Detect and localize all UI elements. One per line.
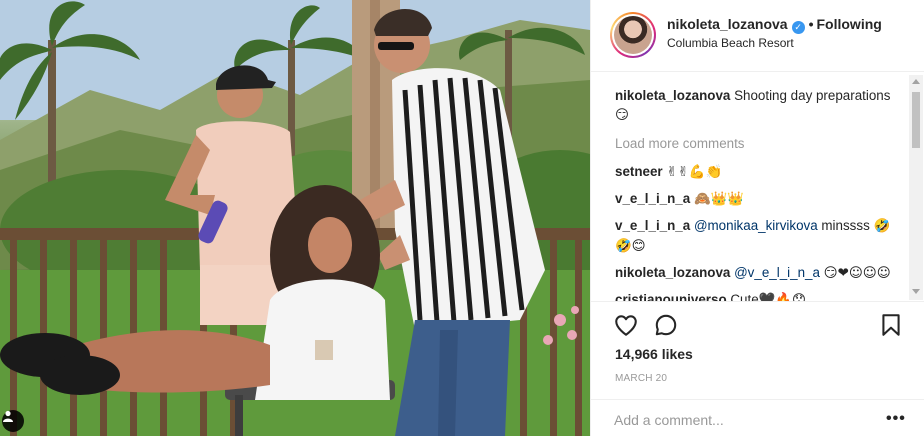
comment-mention[interactable]: @monikaa_kirvikova — [694, 218, 818, 233]
post-photo[interactable] — [0, 0, 590, 436]
comment-username[interactable]: setneer — [615, 164, 663, 179]
header-user-row: nikoleta_lozanova ✓ • Following — [667, 16, 882, 34]
comment-item: v_e_l_i_n_a 🙈👑👑 — [615, 189, 901, 209]
comment-mention[interactable]: @v_e_l_i_n_a — [734, 265, 820, 280]
following-button[interactable]: Following — [817, 16, 882, 32]
caption-text: Shooting day preparations — [734, 88, 891, 103]
comment-emoji: 😏❤☺☺☺ — [823, 266, 891, 281]
comment-username[interactable]: nikoleta_lozanova — [615, 265, 730, 280]
scroll-down-arrow-icon[interactable] — [912, 289, 920, 294]
post-side-panel: nikoleta_lozanova ✓ • Following Columbia Be… — [590, 0, 924, 436]
comment-item: nikoleta_lozanova @v_e_l_i_n_a 😏❤☺☺☺ — [615, 263, 901, 283]
likes-count[interactable]: 14,966 likes — [615, 346, 693, 362]
comment-emoji: 🙈👑👑 — [693, 192, 744, 207]
verified-badge-icon: ✓ — [791, 21, 805, 34]
save-button[interactable] — [878, 312, 904, 338]
more-options-button[interactable]: ••• — [886, 410, 906, 428]
comment-item: setneer ✌✌💪👏 — [615, 162, 901, 182]
separator-dot: • — [808, 16, 814, 32]
comment-text: minssss — [817, 218, 870, 233]
comment-button[interactable] — [653, 312, 679, 338]
caption: nikoleta_lozanova Shooting day preparati… — [615, 86, 901, 125]
story-ring[interactable] — [610, 12, 656, 58]
comment-username[interactable]: v_e_l_i_n_a — [615, 218, 690, 233]
scroll-thumb[interactable] — [912, 92, 920, 148]
comment-username[interactable]: cristianouniverso — [615, 292, 727, 301]
caption-username[interactable]: nikoleta_lozanova — [615, 88, 730, 103]
comment-bubble-icon — [655, 314, 677, 336]
heart-icon — [615, 315, 637, 336]
like-button[interactable] — [613, 312, 639, 338]
avatar[interactable] — [614, 16, 652, 54]
comment-item: cristianouniverso Cute🖤🔥😯 — [615, 290, 901, 301]
comment-item: v_e_l_i_n_a @monikaa_kirvikova minssss 🤣… — [615, 216, 901, 256]
post-actions: 14,966 likes MARCH 20 ••• — [591, 301, 924, 436]
bookmark-icon — [882, 314, 900, 336]
location-link[interactable]: Columbia Beach Resort — [667, 36, 794, 50]
comments-scrollbar[interactable] — [909, 75, 923, 300]
user-tag-icon — [3, 410, 13, 422]
post-date[interactable]: MARCH 20 — [615, 373, 667, 384]
user-tag-button[interactable] — [2, 410, 24, 432]
add-comment-input[interactable] — [614, 411, 854, 429]
comment-emoji: 🖤🔥😯 — [758, 293, 806, 301]
header-username[interactable]: nikoleta_lozanova — [667, 16, 788, 32]
add-comment-bar: ••• — [591, 399, 924, 436]
comments-list: nikoleta_lozanova Shooting day preparati… — [591, 73, 924, 301]
load-more-comments-button[interactable]: Load more comments — [615, 134, 901, 153]
photo-illustration — [0, 0, 590, 436]
scroll-up-arrow-icon[interactable] — [912, 79, 920, 84]
post-header: nikoleta_lozanova ✓ • Following Columbia Be… — [591, 0, 924, 72]
comment-emoji: ✌✌💪👏 — [666, 165, 723, 180]
comment-text: Cute — [730, 292, 759, 301]
instagram-post: nikoleta_lozanova ✓ • Following Columbia Be… — [0, 0, 924, 436]
caption-emoji: 😏 — [615, 108, 629, 123]
comment-username[interactable]: v_e_l_i_n_a — [615, 191, 690, 206]
